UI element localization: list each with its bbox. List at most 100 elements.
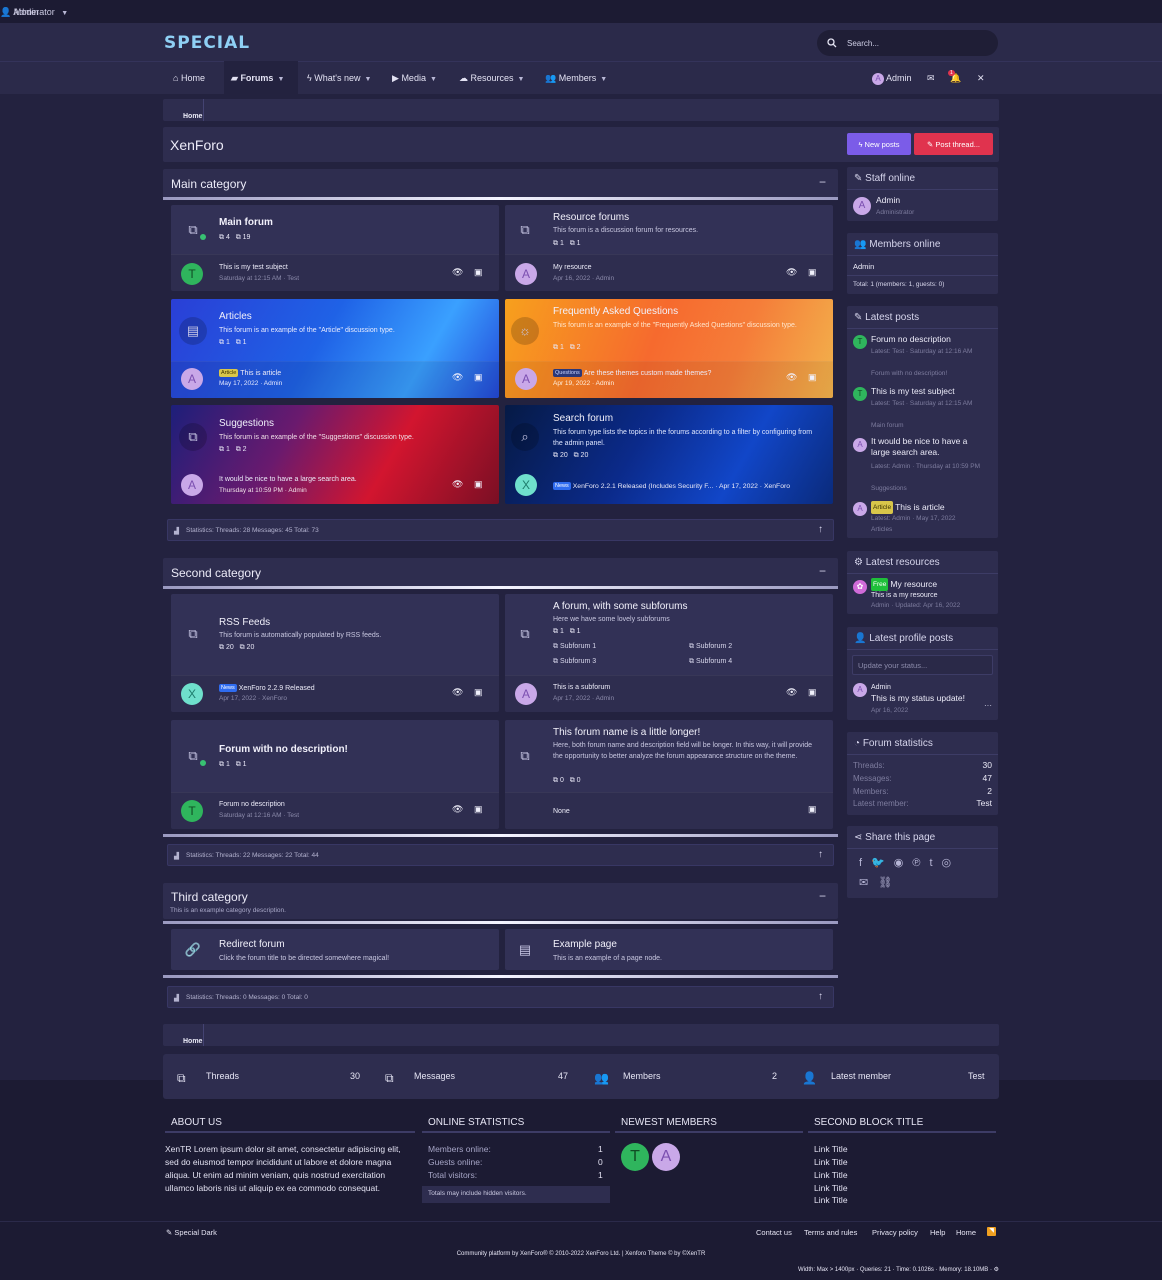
- footer-link[interactable]: Link Title: [814, 1143, 848, 1156]
- node-title[interactable]: Search forum: [553, 413, 613, 424]
- alerts-button[interactable]: 🔔 1: [948, 61, 961, 94]
- footer-privacy-link[interactable]: Privacy policy: [872, 1228, 918, 1237]
- eye-icon[interactable]: 👁: [786, 687, 797, 698]
- reddit-icon[interactable]: ◉: [894, 857, 913, 869]
- avatar[interactable]: A: [515, 368, 537, 390]
- eye-icon[interactable]: 👁: [452, 804, 463, 815]
- reply-icon[interactable]: ▣: [474, 687, 483, 698]
- node-main-forum[interactable]: ⧉ Main forum ⧉ 4 ⧉ 19 T This is my test …: [171, 205, 499, 291]
- reply-icon[interactable]: ▣: [474, 479, 483, 490]
- nav-home[interactable]: ⌂ Home: [173, 61, 205, 94]
- last-post-title[interactable]: My resource: [553, 264, 592, 271]
- twitter-icon[interactable]: 🐦: [871, 857, 894, 869]
- post-title[interactable]: This is article: [895, 502, 945, 512]
- last-post-title[interactable]: Are these themes custom made themes?: [584, 370, 712, 377]
- node-title[interactable]: This forum name is a little longer!: [553, 727, 700, 738]
- node-redirect-forum[interactable]: 🔗 Redirect forum Click the forum title t…: [171, 929, 499, 970]
- latest-member-link[interactable]: Test: [968, 1071, 985, 1081]
- avatar[interactable]: A: [515, 263, 537, 285]
- category-title[interactable]: Third category: [171, 890, 248, 904]
- avatar[interactable]: T: [621, 1143, 649, 1171]
- footer-home-link[interactable]: Home: [956, 1228, 976, 1237]
- reply-icon[interactable]: ▣: [474, 372, 483, 383]
- category-header-main[interactable]: Main category −: [163, 169, 838, 199]
- avatar[interactable]: A: [853, 438, 867, 452]
- tumblr-icon[interactable]: t: [929, 857, 941, 869]
- breadcrumb-home[interactable]: Home: [183, 113, 202, 120]
- category-title[interactable]: Second category: [171, 566, 261, 580]
- last-post-title[interactable]: This is article: [240, 370, 281, 377]
- avatar[interactable]: A: [515, 683, 537, 705]
- eye-icon[interactable]: 👁: [452, 267, 463, 278]
- last-post-title[interactable]: XenForo 2.2.1 Released (Includes Securit…: [573, 483, 714, 490]
- more-icon[interactable]: ···: [984, 701, 992, 710]
- node-title[interactable]: Articles: [219, 311, 252, 322]
- search-box[interactable]: Search...: [817, 30, 998, 56]
- node-subforums[interactable]: ⧉ A forum, with some subforums Here we h…: [505, 594, 833, 712]
- node-rss-feeds[interactable]: ⧉ RSS Feeds This forum is automatically …: [171, 594, 499, 712]
- node-title[interactable]: Main forum: [219, 217, 273, 228]
- node-faq[interactable]: ☼ Frequently Asked Questions This forum …: [505, 299, 833, 398]
- reply-icon[interactable]: ▣: [474, 267, 483, 278]
- category-header-third[interactable]: Third category This is an example categor…: [163, 883, 838, 919]
- node-title[interactable]: Redirect forum: [219, 939, 285, 950]
- subforum-link[interactable]: ⧉ Subforum 3: [553, 658, 596, 666]
- footer-contact-link[interactable]: Contact us: [756, 1228, 792, 1237]
- post-title[interactable]: Forum no description: [871, 334, 993, 345]
- eye-icon[interactable]: 👁: [786, 267, 797, 278]
- facebook-icon[interactable]: f: [859, 857, 871, 869]
- breadcrumb[interactable]: ⌂ Home: [163, 99, 999, 121]
- node-title[interactable]: Frequently Asked Questions: [553, 306, 678, 317]
- node-example-page[interactable]: ▤ Example page This is an example of a p…: [505, 929, 833, 970]
- nav-whats-new[interactable]: ϟ What's new ▼: [307, 61, 371, 94]
- footer-link[interactable]: Link Title: [814, 1169, 848, 1182]
- node-title[interactable]: A forum, with some subforums: [553, 601, 688, 612]
- reply-icon[interactable]: ▣: [808, 267, 817, 278]
- avatar[interactable]: A: [652, 1143, 680, 1171]
- nav-forums[interactable]: ▰ Forums ▼: [224, 61, 298, 94]
- subforum-link[interactable]: ⧉ Subforum 1: [553, 643, 596, 651]
- last-post-title[interactable]: This is a subforum: [553, 684, 610, 691]
- post-title[interactable]: This is my test subject: [871, 386, 993, 397]
- nav-account[interactable]: A Admin: [872, 61, 912, 94]
- site-logo[interactable]: SPECIAL: [164, 33, 250, 53]
- avatar[interactable]: A: [853, 683, 867, 697]
- node-title[interactable]: Resource forums: [553, 212, 629, 223]
- collapse-icon[interactable]: −: [819, 564, 826, 578]
- avatar[interactable]: T: [853, 387, 867, 401]
- link-icon[interactable]: ⛓: [878, 877, 902, 889]
- reply-icon[interactable]: ▣: [808, 372, 817, 383]
- node-no-description[interactable]: ⧉ Forum with no description! ⧉ 1 ⧉ 1 T F…: [171, 720, 499, 829]
- profile-post-author[interactable]: Admin: [871, 682, 993, 693]
- footer-link[interactable]: Link Title: [814, 1194, 848, 1207]
- category-title[interactable]: Main category: [171, 177, 246, 191]
- node-resource-forums[interactable]: ⧉ Resource forums This forum is a discus…: [505, 205, 833, 291]
- avatar[interactable]: X: [181, 683, 203, 705]
- last-post-title[interactable]: It would be nice to have a large search …: [219, 476, 357, 483]
- footer-terms-link[interactable]: Terms and rules: [804, 1228, 857, 1237]
- avatar[interactable]: A: [181, 474, 203, 496]
- resource-name[interactable]: My resource: [890, 579, 937, 589]
- eye-icon[interactable]: 👁: [452, 479, 463, 490]
- admin-account-link[interactable]: 👤 Admin: [0, 7, 39, 18]
- avatar[interactable]: X: [515, 474, 537, 496]
- pinterest-icon[interactable]: ℗: [912, 857, 929, 869]
- node-articles[interactable]: ▤ Articles This forum is an example of t…: [171, 299, 499, 398]
- style-chooser[interactable]: ✎ Special Dark: [166, 1228, 217, 1237]
- avatar[interactable]: T: [181, 263, 203, 285]
- avatar[interactable]: T: [853, 335, 867, 349]
- node-suggestions[interactable]: ⧉ Suggestions This forum is an example o…: [171, 405, 499, 504]
- last-post-title[interactable]: Forum no description: [219, 801, 285, 808]
- envelope-icon[interactable]: ✉: [859, 877, 878, 889]
- post-title[interactable]: It would be nice to have a large search …: [871, 436, 986, 458]
- node-title[interactable]: Forum with no description!: [219, 744, 348, 755]
- post-forum[interactable]: Articles: [871, 524, 993, 535]
- reply-icon[interactable]: ▣: [808, 804, 817, 815]
- arrow-up-icon[interactable]: ↑: [818, 524, 823, 535]
- nav-media[interactable]: ▶ Media ▼: [392, 61, 437, 94]
- footer-help-link[interactable]: Help: [930, 1228, 945, 1237]
- post-forum[interactable]: Suggestions: [871, 483, 993, 494]
- rss-icon[interactable]: ◥: [987, 1227, 996, 1236]
- inbox-button[interactable]: ✉: [927, 61, 935, 94]
- arrow-up-icon[interactable]: ↑: [818, 991, 823, 1002]
